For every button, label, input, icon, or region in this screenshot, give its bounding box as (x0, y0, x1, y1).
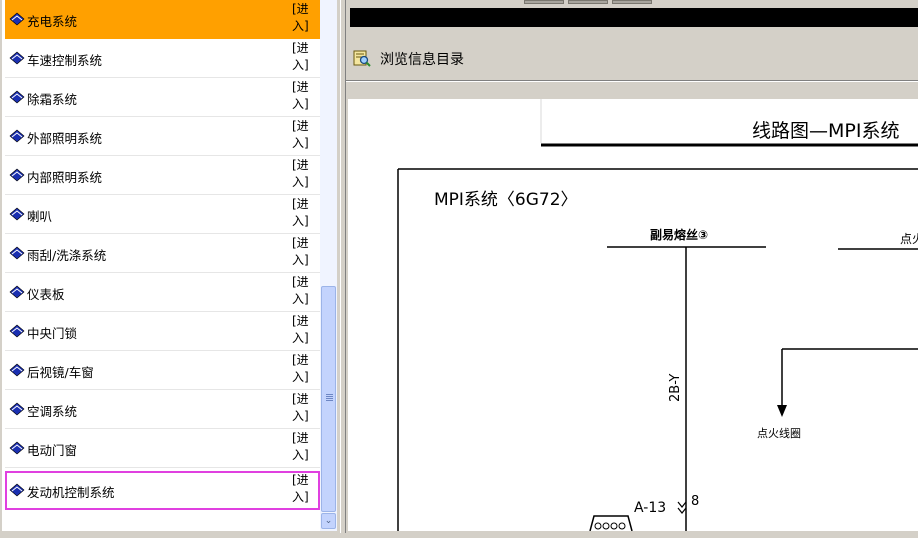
ignition-coil-label: 点火线圈 (757, 426, 801, 440)
list-item-label: 中央门锁 (27, 326, 78, 341)
list-item[interactable]: 空调系统 [进 入] (5, 390, 320, 429)
list-item[interactable]: 雨刮/洗涤系统 [进 入] (5, 234, 320, 273)
list-item-label: 外部照明系统 (27, 131, 103, 146)
list-item-label: 仪表板 (27, 287, 65, 302)
list-item-label: 车速控制系统 (27, 53, 103, 68)
book-icon (9, 51, 25, 65)
book-icon (9, 129, 25, 143)
list-item[interactable]: 外部照明系统 [进 入] (5, 117, 320, 156)
toolbar-divider (346, 80, 918, 82)
list-item[interactable]: 内部照明系统 [进 入] (5, 156, 320, 195)
toolbar-button[interactable] (524, 0, 564, 4)
book-icon (9, 90, 25, 104)
scroll-thumb[interactable] (321, 286, 336, 512)
title-bar (350, 8, 918, 27)
book-icon (9, 285, 25, 299)
enter-link[interactable]: [进 入] (292, 430, 318, 464)
list-item[interactable]: 后视镜/车窗 [进 入] (5, 351, 320, 390)
scroll-grip-icon (326, 394, 333, 402)
ignition-label: 点火 (900, 232, 918, 246)
wiring-diagram: 线路图—MPI系统 MPI系统〈6G72〉 副易熔丝③ 点火 2B-Y 点火线圈… (397, 99, 918, 531)
system-list-pane: 充电系统 [进 入] 车速控制系统 [进 入] 除霜系统 [进 入] 外部照明系… (0, 0, 340, 533)
list-item-label: 充电系统 (27, 14, 78, 29)
system-list: 充电系统 [进 入] 车速控制系统 [进 入] 除霜系统 [进 入] 外部照明系… (2, 0, 320, 531)
book-icon (9, 168, 25, 182)
pin-label: 8 (691, 494, 699, 509)
list-item-label: 发动机控制系统 (27, 485, 115, 500)
enter-link[interactable]: [进 入] (292, 274, 318, 308)
list-item[interactable]: 中央门锁 [进 入] (5, 312, 320, 351)
list-item-label: 雨刮/洗涤系统 (27, 248, 107, 263)
book-icon (9, 483, 25, 497)
list-item[interactable]: 除霜系统 [进 入] (5, 78, 320, 117)
book-icon (9, 246, 25, 260)
enter-link[interactable]: [进 入] (292, 196, 318, 230)
book-icon (9, 12, 25, 26)
document-toolbar: 浏览信息目录 (346, 40, 918, 76)
vertical-scrollbar[interactable]: ⌄ (320, 0, 337, 531)
list-item[interactable]: 充电系统 [进 入] (5, 0, 320, 39)
enter-link[interactable]: [进 入] (292, 157, 318, 191)
enter-link[interactable]: [进 入] (292, 40, 318, 74)
status-strip (0, 533, 918, 538)
book-icon (9, 324, 25, 338)
enter-link[interactable]: [进 入] (292, 118, 318, 152)
enter-link[interactable]: [进 入] (292, 1, 318, 35)
enter-link[interactable]: [进 入] (292, 352, 318, 386)
enter-link[interactable]: [进 入] (292, 235, 318, 269)
list-item-label: 后视镜/车窗 (27, 365, 94, 380)
enter-link[interactable]: [进 入] (292, 79, 318, 113)
row-divider (5, 467, 320, 468)
section-title: MPI系统〈6G72〉 (434, 190, 578, 210)
toolbar-button[interactable] (612, 0, 652, 4)
list-item-label: 空调系统 (27, 404, 78, 419)
list-item-label: 电动门窗 (27, 443, 78, 458)
book-icon (9, 363, 25, 377)
diagram-page-title: 线路图—MPI系统 (752, 120, 899, 142)
top-toolbar-strip (346, 0, 918, 5)
enter-link[interactable]: [进 入] (292, 391, 318, 425)
fuse-label: 副易熔丝③ (650, 227, 708, 242)
toolbar-button[interactable] (568, 0, 608, 4)
list-item[interactable]: 仪表板 [进 入] (5, 273, 320, 312)
enter-link[interactable]: [进 入] (292, 313, 318, 347)
list-item[interactable]: 发动机控制系统 [进 入] (5, 471, 320, 510)
chevron-down-icon: ⌄ (324, 516, 333, 526)
enter-link[interactable]: [进 入] (292, 472, 318, 506)
connector-label: A-13 (634, 500, 666, 516)
list-item[interactable]: 喇叭 [进 入] (5, 195, 320, 234)
list-item-label: 内部照明系统 (27, 170, 103, 185)
book-icon (9, 441, 25, 455)
browse-catalog-button[interactable]: 浏览信息目录 (380, 49, 464, 69)
document-pane: 浏览信息目录 线路图—MPI系统 MPI系统〈6G72〉 副易熔丝③ 点火 2B… (346, 0, 918, 538)
book-icon (9, 207, 25, 221)
wiring-diagram-view[interactable]: 线路图—MPI系统 MPI系统〈6G72〉 副易熔丝③ 点火 2B-Y 点火线圈… (348, 99, 918, 531)
list-item-label: 喇叭 (27, 209, 53, 224)
list-item[interactable]: 电动门窗 [进 入] (5, 429, 320, 468)
wire-code: 2B-Y (668, 374, 683, 402)
list-item-label: 除霜系统 (27, 92, 78, 107)
browse-catalog-icon[interactable] (352, 48, 372, 68)
list-item[interactable]: 车速控制系统 [进 入] (5, 39, 320, 78)
scroll-down-button[interactable]: ⌄ (321, 513, 336, 529)
book-icon (9, 402, 25, 416)
